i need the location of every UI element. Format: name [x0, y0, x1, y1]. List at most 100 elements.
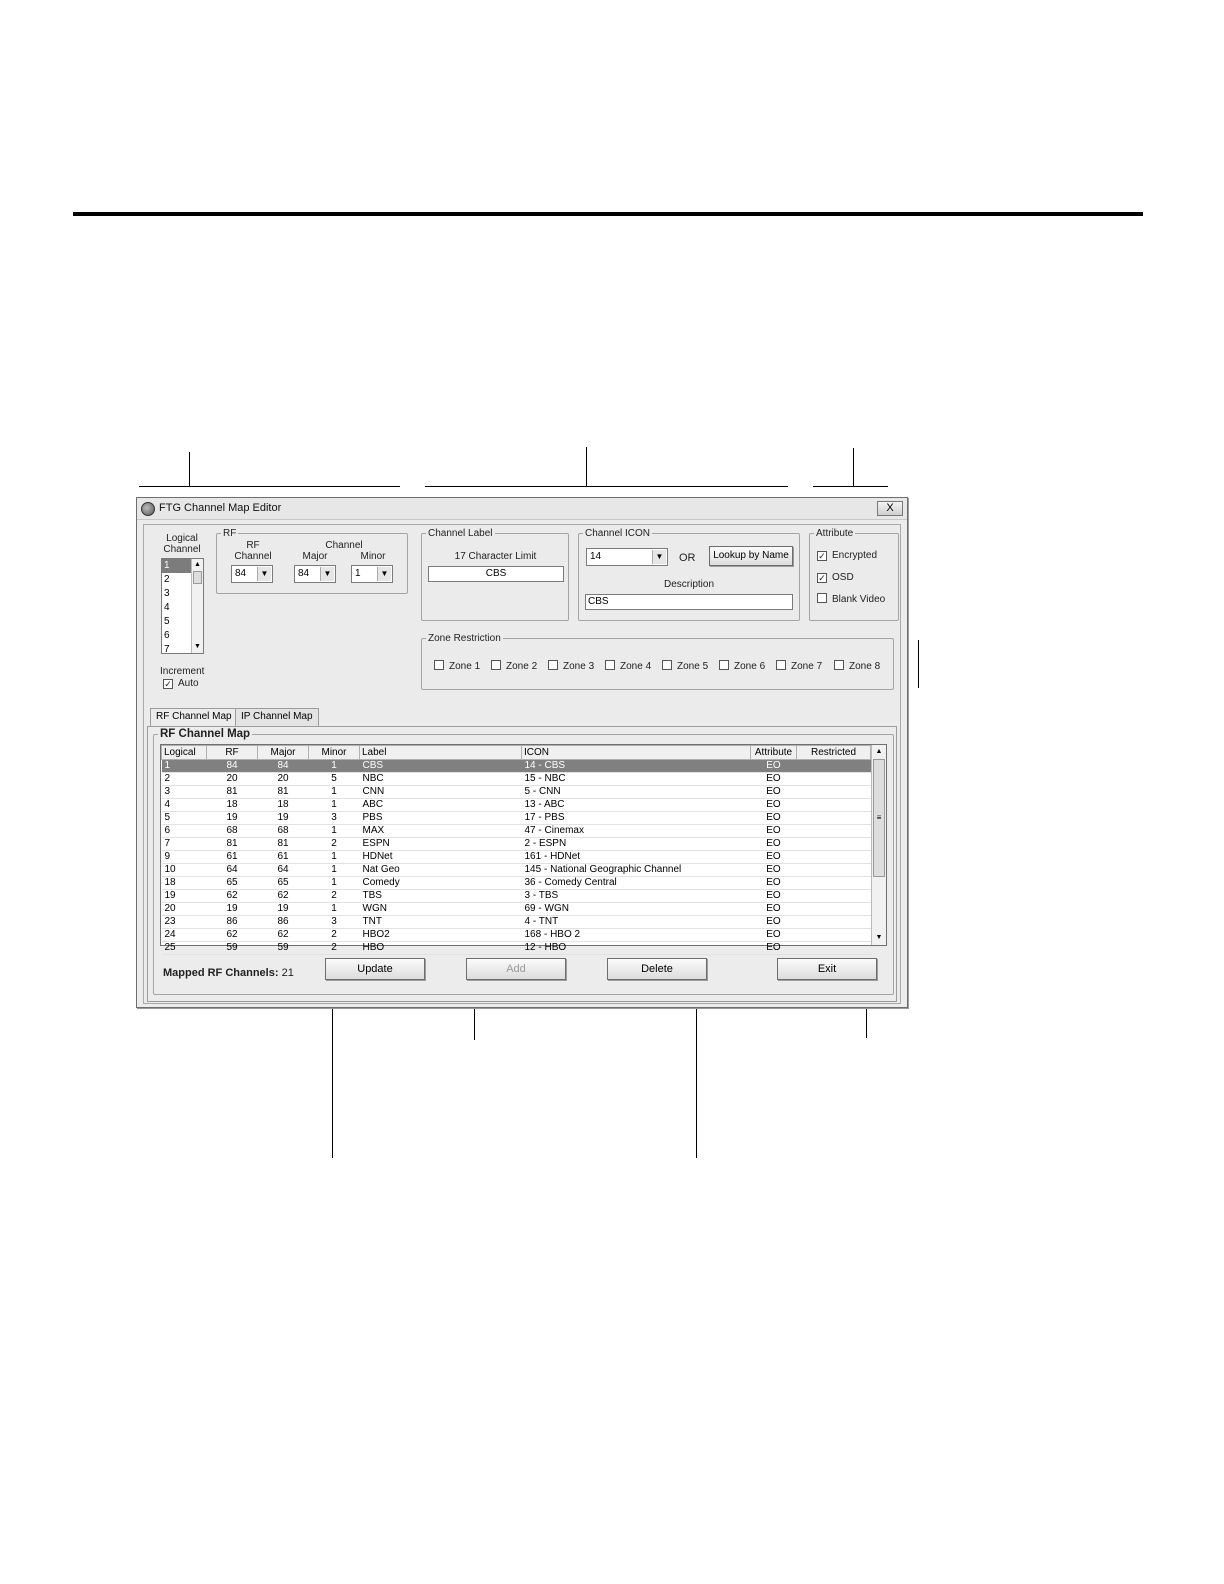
scroll-down-arrow-icon[interactable]: ▼: [872, 931, 886, 945]
channel-label-legend: Channel Label: [428, 528, 493, 539]
zone-1-checkbox[interactable]: Zone 1: [434, 660, 480, 672]
zone-4-checkbox[interactable]: Zone 4: [605, 660, 651, 672]
table-row[interactable]: 23 86 86 3 TNT 4 - TNT EO: [161, 915, 871, 929]
auto-increment-checkbox[interactable]: ✓ Auto: [163, 678, 199, 689]
table-cell: 2: [161, 772, 207, 786]
table-row[interactable]: 10 64 64 1 Nat Geo 145 - National Geographic …: [161, 863, 871, 877]
exit-button[interactable]: Exit: [777, 958, 877, 980]
table-cell: ESPN: [359, 837, 522, 851]
chevron-down-icon[interactable]: ▼: [257, 567, 271, 581]
table-cell: 17 - PBS: [521, 811, 751, 825]
table-cell: 1: [308, 824, 360, 838]
table-cell: 5: [308, 772, 360, 786]
table-cell: [796, 915, 871, 929]
table-row[interactable]: 20 19 19 1 WGN 69 - WGN EO: [161, 902, 871, 916]
table-cell: 62: [206, 889, 258, 903]
table-cell: 62: [257, 928, 309, 942]
update-button[interactable]: Update: [325, 958, 425, 980]
zone-restriction-legend: Zone Restriction: [428, 633, 501, 644]
table-cell: HDNet: [359, 850, 522, 864]
zone-6-checkbox[interactable]: Zone 6: [719, 660, 765, 672]
channel-map-table[interactable]: Logical RF Major Minor Label ICON Attrib…: [160, 744, 887, 955]
column-header[interactable]: Attribute: [750, 745, 797, 760]
zone-5-checkbox[interactable]: Zone 5: [662, 660, 708, 672]
close-button[interactable]: X: [877, 501, 903, 516]
rf-channel-value: 84: [235, 568, 247, 579]
table-cell: 47 - Cinemax: [521, 824, 751, 838]
zone-7-checkbox[interactable]: Zone 7: [776, 660, 822, 672]
title-bar[interactable]: FTG Channel Map Editor X: [137, 498, 907, 520]
table-cell: 86: [206, 915, 258, 929]
table-cell: 3: [308, 811, 360, 825]
column-header[interactable]: Restricted: [796, 745, 871, 760]
table-row[interactable]: 18 65 65 1 Comedy 36 - Comedy Central EO: [161, 876, 871, 890]
column-header[interactable]: ICON: [521, 745, 751, 760]
column-header[interactable]: Major: [257, 745, 309, 760]
checkbox-box: [817, 593, 827, 603]
major-dropdown[interactable]: 84 ▼: [294, 565, 336, 583]
table-cell: [796, 772, 871, 786]
zone-label: Zone 5: [677, 661, 709, 672]
table-row[interactable]: 7 81 81 2 ESPN 2 - ESPN EO: [161, 837, 871, 851]
column-header[interactable]: Minor: [308, 745, 360, 760]
zone-2-checkbox[interactable]: Zone 2: [491, 660, 537, 672]
table-row[interactable]: 25 59 59 2 HBO 12 - HBO EO: [161, 941, 871, 955]
table-cell: [796, 889, 871, 903]
logical-channel-list[interactable]: 1 2 3 4 5 6 7 ▲ ▼: [161, 558, 204, 654]
rf-channel-dropdown[interactable]: 84 ▼: [231, 565, 273, 583]
table-cell: [796, 837, 871, 851]
scroll-thumb[interactable]: [193, 571, 202, 584]
checkbox-box: [662, 660, 672, 670]
table-row[interactable]: 24 62 62 2 HBO2 168 - HBO 2 EO: [161, 928, 871, 942]
chevron-down-icon[interactable]: ▼: [652, 550, 666, 564]
table-cell: 13 - ABC: [521, 798, 751, 812]
table-row[interactable]: 5 19 19 3 PBS 17 - PBS EO: [161, 811, 871, 825]
column-header[interactable]: Label: [359, 745, 522, 760]
table-cell: 81: [206, 785, 258, 799]
table-cell: 2: [308, 889, 360, 903]
channel-label-input[interactable]: CBS: [428, 566, 564, 582]
logical-list-scrollbar[interactable]: ▲ ▼: [191, 559, 203, 653]
table-row[interactable]: 19 62 62 2 TBS 3 - TBS EO: [161, 889, 871, 903]
table-cell: 23: [161, 915, 207, 929]
zone-8-checkbox[interactable]: Zone 8: [834, 660, 880, 672]
channel-icon-dropdown[interactable]: 14 ▼: [586, 548, 668, 566]
table-cell: EO: [750, 941, 797, 955]
scroll-down-arrow-icon[interactable]: ▼: [192, 641, 203, 653]
table-cell: 6: [161, 824, 207, 838]
table-row[interactable]: 2 20 20 5 NBC 15 - NBC EO: [161, 772, 871, 786]
osd-checkbox[interactable]: ✓ OSD: [817, 572, 854, 583]
table-cell: 1: [161, 759, 207, 773]
blank-video-checkbox[interactable]: Blank Video: [817, 593, 885, 605]
chevron-down-icon[interactable]: ▼: [320, 567, 334, 581]
table-scrollbar[interactable]: ▲ ≡ ▼: [871, 745, 886, 945]
checkbox-box: [548, 660, 558, 670]
column-header[interactable]: RF: [206, 745, 258, 760]
table-cell: 2: [308, 941, 360, 955]
add-button[interactable]: Add: [466, 958, 566, 980]
table-row[interactable]: 4 18 18 1 ABC 13 - ABC EO: [161, 798, 871, 812]
encrypted-checkbox[interactable]: ✓ Encrypted: [817, 550, 877, 561]
scroll-up-arrow-icon[interactable]: ▲: [192, 559, 203, 571]
description-input[interactable]: CBS: [585, 594, 793, 610]
checkbox-box: [834, 660, 844, 670]
zone-3-checkbox[interactable]: Zone 3: [548, 660, 594, 672]
table-cell: 20: [257, 772, 309, 786]
tab-rf-channel-map[interactable]: RF Channel Map: [150, 708, 238, 727]
table-cell: [796, 863, 871, 877]
table-cell: 1: [308, 863, 360, 877]
table-row[interactable]: 1 84 84 1 CBS 14 - CBS EO: [161, 759, 871, 773]
tab-ip-channel-map[interactable]: IP Channel Map: [235, 708, 319, 726]
table-cell: EO: [750, 863, 797, 877]
table-cell: 10: [161, 863, 207, 877]
scroll-thumb[interactable]: ≡: [873, 759, 885, 877]
delete-button[interactable]: Delete: [607, 958, 707, 980]
chevron-down-icon[interactable]: ▼: [377, 567, 391, 581]
column-header[interactable]: Logical: [161, 745, 207, 760]
table-row[interactable]: 9 61 61 1 HDNet 161 - HDNet EO: [161, 850, 871, 864]
lookup-by-name-button[interactable]: Lookup by Name: [709, 546, 793, 566]
minor-dropdown[interactable]: 1 ▼: [351, 565, 393, 583]
scroll-up-arrow-icon[interactable]: ▲: [872, 745, 886, 759]
table-row[interactable]: 6 68 68 1 MAX 47 - Cinemax EO: [161, 824, 871, 838]
table-row[interactable]: 3 81 81 1 CNN 5 - CNN EO: [161, 785, 871, 799]
